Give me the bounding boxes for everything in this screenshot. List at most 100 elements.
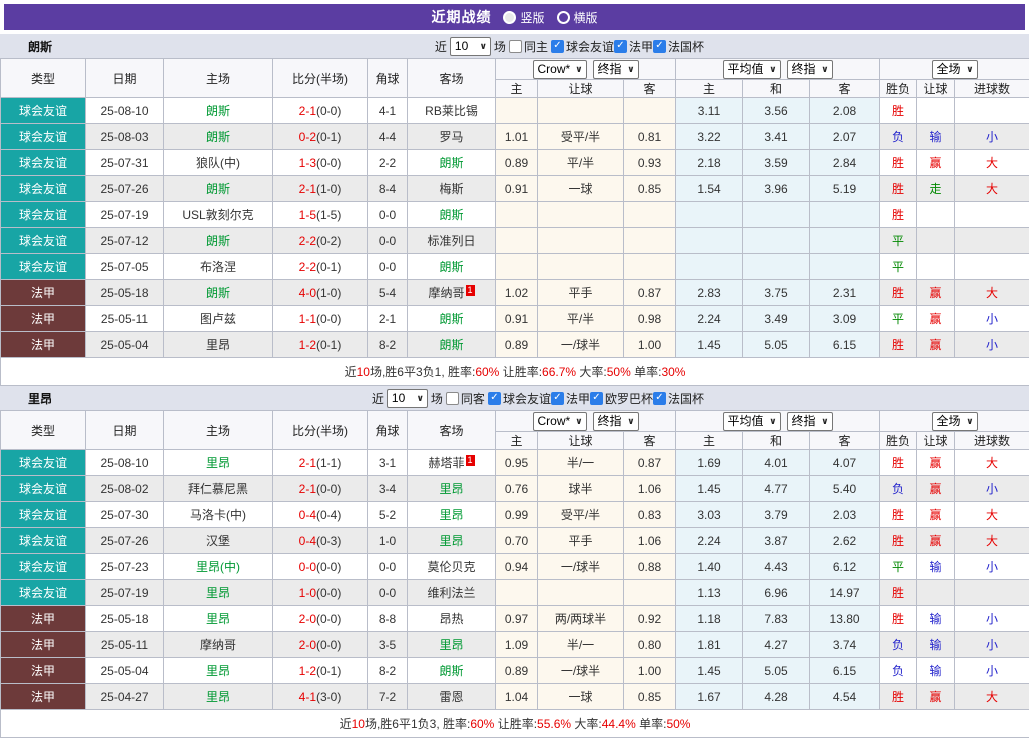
away-team-name: 里昂	[439, 508, 463, 522]
match-date-cell: 25-07-05	[86, 254, 164, 280]
score-cell: 0-0(0-0)	[273, 554, 368, 580]
corner-cell: 0-0	[368, 228, 408, 254]
checkbox-unchecked-icon[interactable]	[446, 392, 459, 405]
odds-away-cell: 0.92	[624, 606, 676, 632]
handicap-result-cell	[917, 580, 955, 606]
odds-home-cell: 0.89	[496, 332, 538, 358]
odds-final-select[interactable]: 终指	[593, 60, 639, 79]
summary-part: 60%	[470, 717, 494, 731]
handicap-result-cell: 赢	[917, 450, 955, 476]
avg-away-cell: 14.97	[810, 580, 880, 606]
handicap-result-cell	[917, 228, 955, 254]
checkbox-checked-icon[interactable]	[653, 392, 666, 405]
avg-select[interactable]: 平均值	[723, 412, 781, 431]
layout-vertical-option[interactable]: 竖版	[503, 9, 544, 26]
league-type-cell: 球会友谊	[1, 228, 86, 254]
checkbox-checked-icon[interactable]	[653, 40, 666, 53]
league-filter[interactable]: 球会友谊	[488, 390, 551, 407]
scope-select[interactable]: 全场	[932, 60, 978, 79]
avg-home-cell: 3.11	[676, 98, 743, 124]
summary-row: 近10场,胜6平1负3, 胜率:60% 让胜率:55.6% 大率:44.4% 单…	[1, 710, 1029, 738]
col-avg-draw: 和	[743, 432, 810, 450]
filter-bar: 近 10 场 同主 球会友谊法甲法国杯	[435, 37, 704, 56]
goals-result-cell	[955, 580, 1029, 606]
halftime-score: (0-0)	[316, 638, 341, 652]
handicap-result-cell: 赢	[917, 528, 955, 554]
odds-handicap-cell	[538, 580, 624, 606]
games-count-select[interactable]: 10	[387, 389, 428, 408]
odds-handicap-cell: 受平/半	[538, 124, 624, 150]
checkbox-checked-icon[interactable]	[590, 392, 603, 405]
home-team-name: 里昂	[206, 612, 230, 626]
summary-part: 大率:	[576, 365, 607, 379]
avg-final-select[interactable]: 终指	[787, 412, 833, 431]
same-venue-label: 同主	[524, 38, 548, 55]
radio-selected-icon[interactable]	[503, 11, 516, 24]
checkbox-checked-icon[interactable]	[551, 392, 564, 405]
league-filter[interactable]: 球会友谊	[551, 38, 614, 55]
corner-cell: 0-0	[368, 554, 408, 580]
league-type-cell: 球会友谊	[1, 554, 86, 580]
away-team-cell: 朗斯	[408, 254, 496, 280]
layout-horizontal-option[interactable]: 横版	[557, 9, 598, 26]
checkbox-checked-icon[interactable]	[614, 40, 627, 53]
scope-select[interactable]: 全场	[932, 412, 978, 431]
match-date-cell: 25-05-11	[86, 306, 164, 332]
league-filter[interactable]: 欧罗巴杯	[590, 390, 653, 407]
result-cell: 胜	[880, 280, 917, 306]
odds-away-cell: 1.06	[624, 528, 676, 554]
record-summary: 近10场,胜6平1负3, 胜率:60% 让胜率:55.6% 大率:44.4% 单…	[1, 710, 1029, 738]
avg-draw-cell	[743, 228, 810, 254]
goals-result-cell: 大	[955, 684, 1029, 710]
league-type-cell: 球会友谊	[1, 476, 86, 502]
avg-away-cell: 3.74	[810, 632, 880, 658]
avg-home-cell: 1.69	[676, 450, 743, 476]
match-date-cell: 25-08-10	[86, 450, 164, 476]
games-count-select[interactable]: 10	[450, 37, 491, 56]
away-team-cell: 朗斯	[408, 202, 496, 228]
match-row: 球会友谊25-08-02拜仁慕尼黑2-1(0-0)3-4里昂0.76球半1.06…	[1, 476, 1029, 502]
corner-cell: 8-2	[368, 332, 408, 358]
odds-final-select[interactable]: 终指	[593, 412, 639, 431]
odds-away-cell	[624, 228, 676, 254]
league-filter[interactable]: 法国杯	[653, 390, 704, 407]
avg-select[interactable]: 平均值	[723, 60, 781, 79]
same-venue-filter[interactable]: 同客	[446, 390, 485, 407]
league-type-cell: 法甲	[1, 658, 86, 684]
match-date-cell: 25-05-18	[86, 606, 164, 632]
avg-final-select[interactable]: 终指	[787, 60, 833, 79]
home-team-name: 图卢兹	[200, 312, 236, 326]
col-odds-home: 主	[496, 432, 538, 450]
same-venue-filter[interactable]: 同主	[509, 38, 548, 55]
odds-source-select[interactable]: Crow*	[533, 412, 587, 431]
col-avg-away: 客	[810, 80, 880, 98]
league-filter[interactable]: 法国杯	[653, 38, 704, 55]
checkbox-checked-icon[interactable]	[551, 40, 564, 53]
home-team-name: 朗斯	[206, 286, 230, 300]
league-type-cell: 球会友谊	[1, 202, 86, 228]
checkbox-checked-icon[interactable]	[488, 392, 501, 405]
layout-horizontal-label: 横版	[574, 9, 598, 26]
score-cell: 1-1(0-0)	[273, 306, 368, 332]
home-team-cell: 里昂	[164, 332, 273, 358]
radio-unselected-icon[interactable]	[557, 11, 570, 24]
odds-handicap-cell: 一/球半	[538, 554, 624, 580]
away-team-name: 里昂	[439, 534, 463, 548]
away-team-name: 莫伦贝克	[427, 560, 475, 574]
goals-result-cell: 大	[955, 528, 1029, 554]
checkbox-unchecked-icon[interactable]	[509, 40, 522, 53]
col-home: 主场	[164, 59, 273, 98]
goals-result-cell	[955, 98, 1029, 124]
score-cell: 2-1(1-1)	[273, 450, 368, 476]
odds-away-cell: 0.87	[624, 280, 676, 306]
avg-home-cell: 2.83	[676, 280, 743, 306]
avg-draw-cell: 3.56	[743, 98, 810, 124]
league-filter[interactable]: 法甲	[614, 38, 653, 55]
league-filter[interactable]: 法甲	[551, 390, 590, 407]
odds-home-cell	[496, 254, 538, 280]
team-name: 里昂	[28, 390, 52, 407]
col-odds-handicap: 让球	[538, 432, 624, 450]
handicap-result-cell: 赢	[917, 280, 955, 306]
odds-source-select[interactable]: Crow*	[533, 60, 587, 79]
away-team-cell: 朗斯	[408, 332, 496, 358]
